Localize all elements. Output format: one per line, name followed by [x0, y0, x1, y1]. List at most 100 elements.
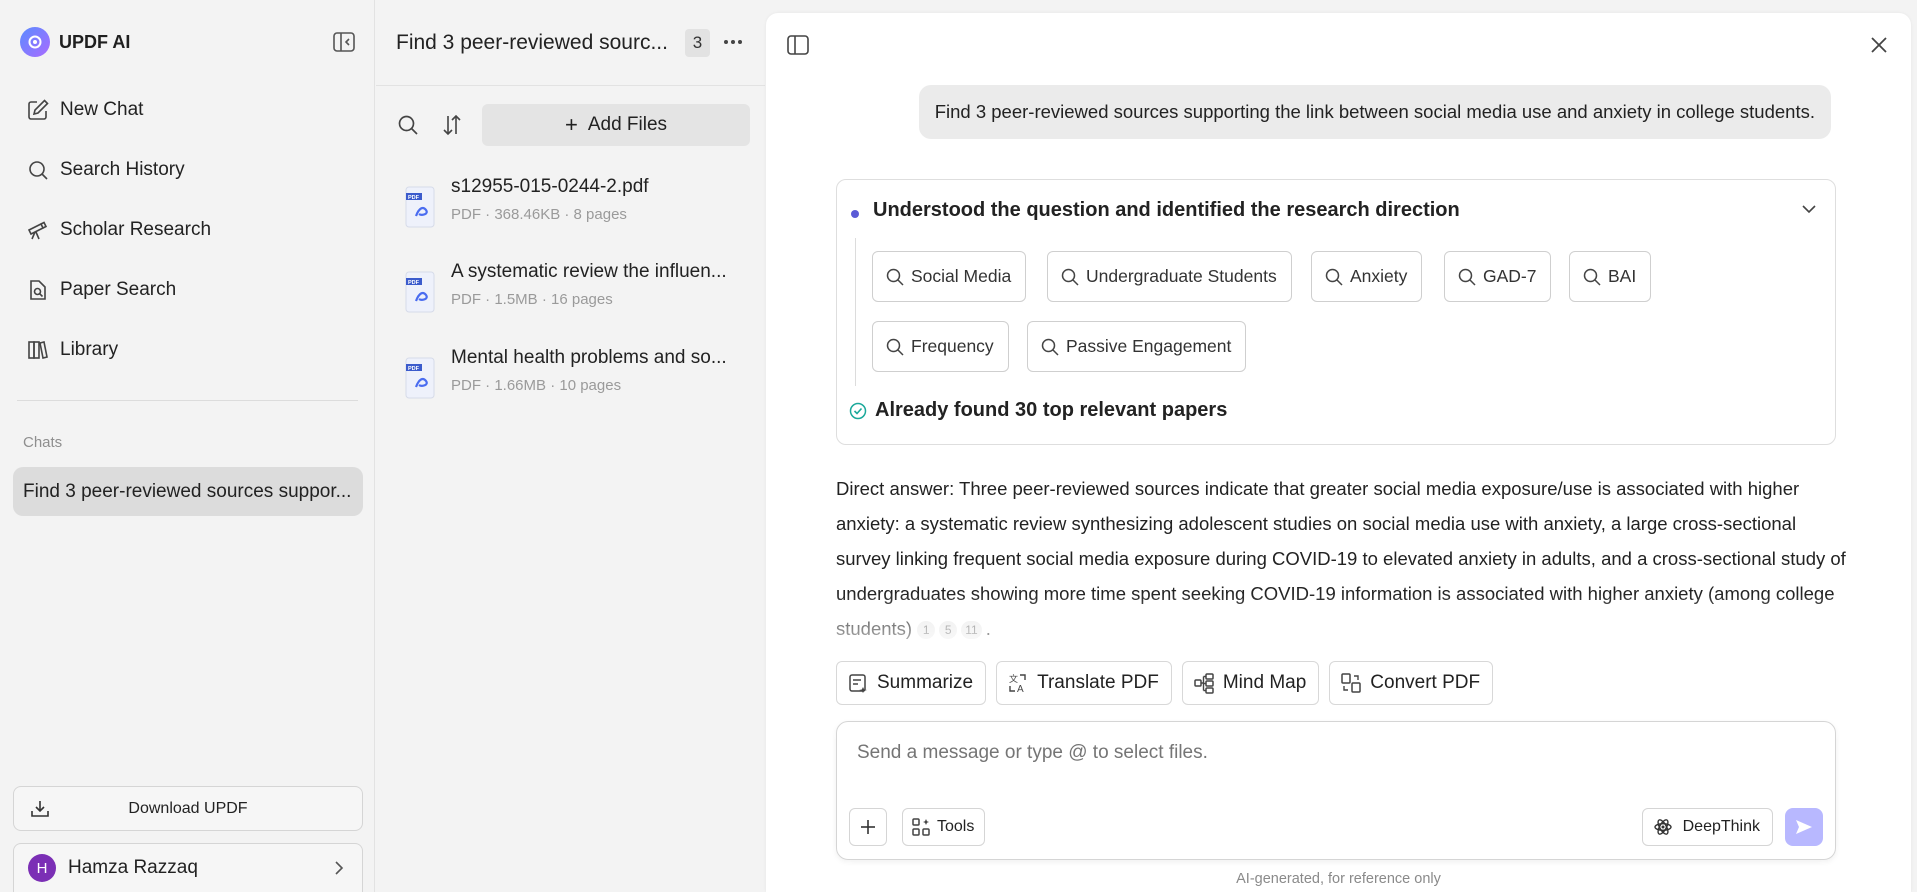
keyword-chip[interactable]: Passive Engagement	[1027, 321, 1247, 372]
plus-icon	[861, 820, 875, 834]
nav-search-history[interactable]: Search History	[14, 140, 364, 200]
keyword-label: Anxiety	[1350, 266, 1408, 286]
chat-panel: Find 3 peer-reviewed sources supporting …	[766, 13, 1911, 892]
nav-library[interactable]: Library	[14, 320, 364, 380]
nav-library-label: Library	[60, 339, 119, 360]
keyword-chip[interactable]: Undergraduate Students	[1047, 251, 1292, 302]
keyword-chip[interactable]: Social Media	[872, 251, 1027, 302]
chevron-down-icon[interactable]	[1801, 204, 1817, 214]
keyword-chip[interactable]: GAD-7	[1444, 251, 1552, 302]
pdf-file-icon: PDF	[405, 271, 435, 313]
mind-map-button[interactable]: Mind Map	[1181, 661, 1320, 705]
file-meta: PDF · 1.5MB · 16 pages	[451, 291, 613, 308]
file-name: Mental health problems and so...	[451, 347, 727, 368]
edit-icon	[28, 99, 49, 120]
download-updf-button[interactable]: Download UPDF	[13, 786, 363, 831]
search-icon	[886, 268, 904, 286]
keyword-label: Social Media	[911, 266, 1012, 286]
message-input[interactable]	[857, 742, 1757, 764]
nav-paper-search[interactable]: Paper Search	[14, 260, 364, 320]
translate-pdf-button[interactable]: 文A Translate PDF	[996, 661, 1172, 705]
papers-found-status: Already found 30 top relevant papers	[875, 399, 1228, 421]
collapse-sidebar-icon[interactable]	[332, 31, 356, 53]
sidebar-divider	[17, 400, 358, 401]
toggle-panel-icon[interactable]	[786, 34, 810, 56]
send-button[interactable]	[1785, 808, 1823, 846]
nav-new-chat[interactable]: New Chat	[14, 80, 364, 140]
svg-text:文: 文	[1009, 673, 1018, 684]
search-files-icon[interactable]	[396, 113, 420, 137]
send-icon	[1796, 820, 1812, 834]
deepthink-label: DeepThink	[1682, 818, 1760, 835]
brand-name: UPDF AI	[59, 31, 131, 52]
telescope-icon	[27, 221, 48, 240]
add-files-label: Add Files	[587, 114, 668, 135]
research-progress-card: Understood the question and identified t…	[836, 179, 1836, 445]
keyword-label: GAD-7	[1483, 266, 1537, 286]
attach-button[interactable]	[849, 808, 887, 846]
keyword-label: Frequency	[911, 336, 994, 356]
search-icon	[1041, 338, 1059, 356]
convert-pdf-button[interactable]: Convert PDF	[1329, 661, 1494, 705]
keyword-label: Passive Engagement	[1066, 336, 1232, 356]
step-connector	[855, 238, 856, 386]
document-search-icon	[30, 280, 46, 300]
summarize-label: Summarize	[877, 672, 974, 693]
chats-section-label: Chats	[23, 434, 63, 451]
pdf-file-icon: PDF	[405, 357, 435, 399]
convert-pdf-label: Convert PDF	[1370, 672, 1481, 693]
user-profile-button[interactable]: H Hamza Razzaq	[13, 843, 363, 892]
user-message: Find 3 peer-reviewed sources supporting …	[918, 85, 1831, 139]
plus-icon: +	[564, 112, 578, 137]
deepthink-toggle[interactable]: DeepThink	[1641, 808, 1773, 846]
file-meta: PDF · 1.66MB · 10 pages	[451, 377, 622, 394]
keyword-chip[interactable]: Anxiety	[1311, 251, 1423, 302]
sidebar: UPDF AI New Chat Search History Scholar …	[0, 0, 375, 892]
search-icon	[1458, 268, 1476, 286]
brand[interactable]: UPDF AI	[20, 26, 130, 58]
mind-map-label: Mind Map	[1222, 672, 1307, 693]
tools-label: Tools	[937, 818, 975, 835]
avatar: H	[28, 854, 56, 882]
download-updf-label: Download UPDF	[128, 799, 248, 817]
file-count-badge: 3	[685, 29, 710, 57]
mind-map-icon	[1194, 673, 1214, 694]
files-panel: Find 3 peer-reviewed sourc... 3 + Add Fi…	[376, 0, 765, 892]
download-icon	[31, 801, 49, 817]
more-options-icon[interactable]	[721, 30, 745, 54]
updf-logo-icon	[20, 27, 50, 57]
sort-icon[interactable]	[440, 113, 464, 137]
ai-disclaimer: AI-generated, for reference only	[1236, 871, 1441, 887]
svg-text:PDF: PDF	[408, 195, 420, 201]
keyword-label: BAI	[1608, 266, 1637, 286]
chat-item[interactable]: Find 3 peer-reviewed sources suppor...	[13, 467, 363, 516]
step-dot	[851, 210, 859, 218]
nav-search-history-label: Search History	[60, 159, 185, 180]
nav-new-chat-label: New Chat	[60, 99, 144, 120]
keyword-chip[interactable]: Frequency	[872, 321, 1009, 372]
check-circle-icon	[849, 402, 867, 420]
tools-icon	[912, 818, 930, 836]
translate-pdf-label: Translate PDF	[1037, 672, 1159, 693]
file-item[interactable]: PDF A systematic review the influen... P…	[376, 261, 765, 333]
quick-actions: Summarize 文A Translate PDF Mind Map Conv…	[836, 661, 1503, 705]
message-composer: Tools DeepThink	[836, 721, 1836, 860]
file-item[interactable]: PDF s12955-015-0244-2.pdf PDF · 368.46KB…	[376, 176, 765, 248]
svg-text:PDF: PDF	[408, 280, 420, 286]
convert-icon	[1341, 673, 1362, 693]
main-nav: New Chat Search History Scholar Research…	[14, 80, 364, 380]
close-icon[interactable]	[1868, 34, 1890, 56]
nav-scholar-research[interactable]: Scholar Research	[14, 200, 364, 260]
chevron-right-icon	[335, 861, 344, 875]
add-files-button[interactable]: + Add Files	[482, 104, 750, 146]
nav-scholar-research-label: Scholar Research	[60, 219, 212, 240]
research-step-title: Understood the question and identified t…	[873, 199, 1460, 221]
summarize-button[interactable]: Summarize	[836, 661, 987, 705]
search-icon	[29, 161, 48, 180]
file-item[interactable]: PDF Mental health problems and so... PDF…	[376, 347, 765, 419]
nav-paper-search-label: Paper Search	[60, 279, 177, 300]
search-icon	[886, 338, 904, 356]
library-icon	[28, 341, 48, 359]
keyword-chip[interactable]: BAI	[1569, 251, 1652, 302]
tools-button[interactable]: Tools	[902, 808, 986, 846]
